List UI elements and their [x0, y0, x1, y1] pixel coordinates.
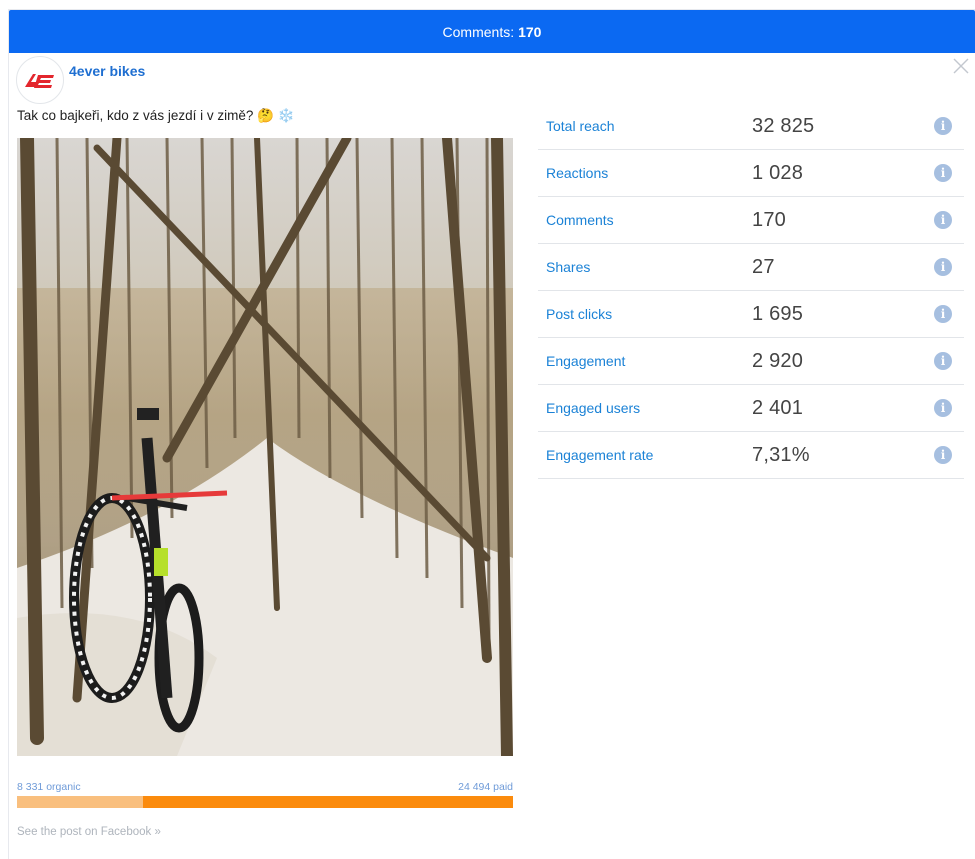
- info-icon[interactable]: i: [934, 164, 952, 182]
- stats-table: Total reach 32 825 i Reactions 1 028 i C…: [538, 103, 964, 479]
- stat-value: 2 401: [752, 396, 804, 419]
- stat-label: Engagement rate: [546, 447, 654, 463]
- stat-label: Post clicks: [546, 306, 613, 322]
- stat-row-engagement-rate: Engagement rate 7,31% i: [538, 432, 964, 479]
- organic-reach-label: 8 331 organic: [17, 781, 81, 793]
- stat-value: 1 028: [752, 161, 804, 184]
- modal-header: Comments: 170: [9, 10, 975, 53]
- stat-value: 7,31%: [752, 443, 810, 466]
- stat-row-comments: Comments 170 i: [538, 197, 964, 244]
- header-label: Comments:: [442, 23, 515, 40]
- reach-split-bar: [17, 796, 513, 808]
- stat-row-reactions: Reactions 1 028 i: [538, 150, 964, 197]
- stat-value: 2 920: [752, 349, 804, 372]
- stat-value: 1 695: [752, 302, 804, 325]
- stat-row-total-reach: Total reach 32 825 i: [538, 103, 964, 150]
- stat-row-post-clicks: Post clicks 1 695 i: [538, 291, 964, 338]
- info-icon[interactable]: i: [934, 211, 952, 229]
- page-header: 4ever bikes: [16, 56, 145, 104]
- info-icon[interactable]: i: [934, 305, 952, 323]
- header-count: 170: [518, 23, 542, 40]
- stat-value: 32 825: [752, 114, 815, 137]
- info-icon[interactable]: i: [934, 399, 952, 417]
- post-text: Tak co bajkeři, kdo z vás jezdí i v zimě…: [17, 108, 295, 123]
- stat-label: Engagement: [546, 353, 626, 369]
- winter-forest-bike-photo: [17, 138, 513, 756]
- stat-label: Comments: [546, 212, 614, 228]
- stat-row-shares: Shares 27 i: [538, 244, 964, 291]
- stat-value: 27: [752, 255, 775, 278]
- stat-label: Engaged users: [546, 400, 641, 416]
- stat-value: 170: [752, 208, 786, 231]
- brand-logo-icon: [25, 74, 54, 88]
- info-icon[interactable]: i: [934, 446, 952, 464]
- post-image[interactable]: [17, 138, 513, 756]
- reach-split-labels: 8 331 organic 24 494 paid: [17, 781, 513, 793]
- stat-label: Shares: [546, 259, 591, 275]
- info-icon[interactable]: i: [934, 258, 952, 276]
- paid-reach-label: 24 494 paid: [458, 781, 513, 793]
- info-icon[interactable]: i: [934, 117, 952, 135]
- organic-reach-fill: [17, 796, 143, 808]
- page-name-link[interactable]: 4ever bikes: [69, 63, 145, 79]
- close-icon[interactable]: [951, 56, 971, 76]
- stat-row-engagement: Engagement 2 920 i: [538, 338, 964, 385]
- info-icon[interactable]: i: [934, 352, 952, 370]
- page-avatar[interactable]: [16, 56, 64, 104]
- stat-label: Reactions: [546, 165, 609, 181]
- stat-label: Total reach: [546, 118, 615, 134]
- see-post-on-facebook-link[interactable]: See the post on Facebook »: [17, 826, 161, 838]
- stat-row-engaged-users: Engaged users 2 401 i: [538, 385, 964, 432]
